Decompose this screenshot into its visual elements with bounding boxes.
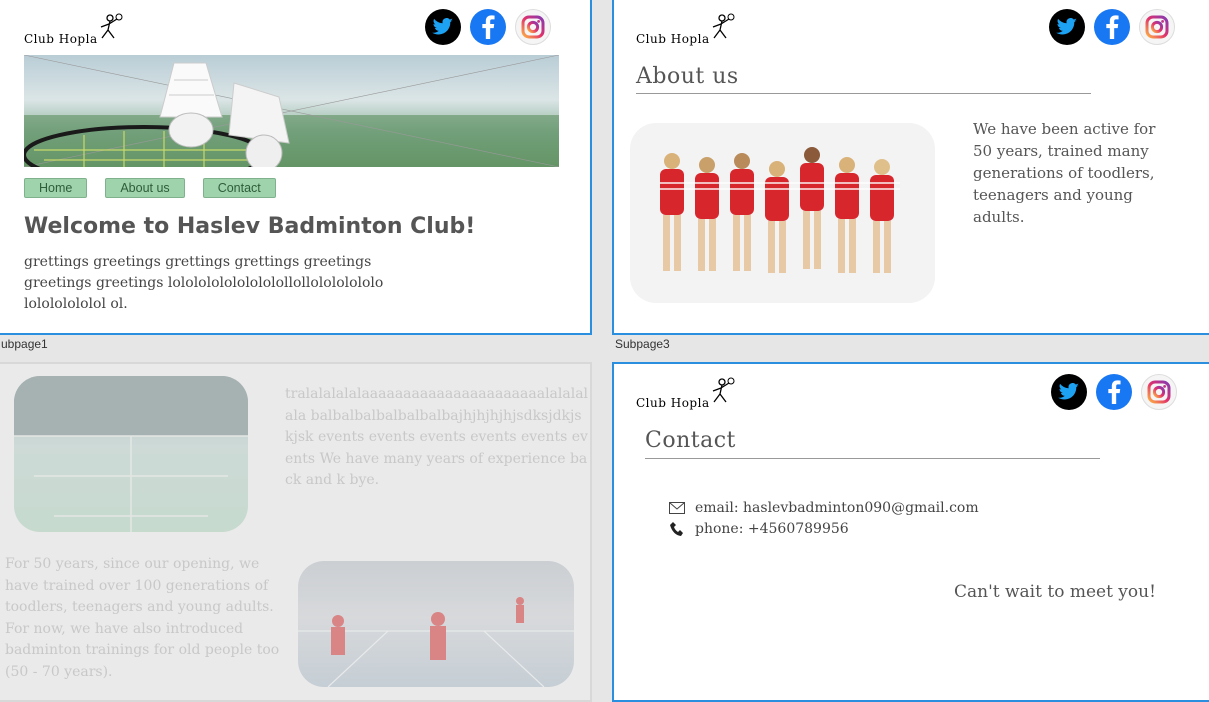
twitter-icon[interactable] <box>1049 9 1085 45</box>
club-logo[interactable]: Club Hopla <box>636 376 736 410</box>
nav-home-button[interactable]: Home <box>24 178 88 198</box>
about-text: We have been active for 50 years, traine… <box>973 120 1156 226</box>
badminton-player-icon <box>712 13 735 39</box>
main-nav: Home About us Contact <box>24 178 276 198</box>
about-title: About us <box>636 64 739 89</box>
history-text: For 50 years, since our opening, we have… <box>5 556 280 680</box>
badminton-player-icon <box>100 13 123 39</box>
phone-text[interactable]: phone: +4560789956 <box>695 521 849 537</box>
logo-text: Club Hopla <box>636 32 710 46</box>
phone-icon <box>670 522 683 536</box>
envelope-icon <box>669 502 685 514</box>
instagram-icon[interactable] <box>1139 9 1175 45</box>
email-row: email: haslevbadminton090@gmail.com <box>669 500 979 516</box>
facebook-icon[interactable] <box>470 9 506 45</box>
facebook-icon[interactable] <box>1094 9 1130 45</box>
instagram-icon[interactable] <box>1141 374 1177 410</box>
social-links <box>425 9 551 45</box>
contact-title: Contact <box>645 428 736 453</box>
facebook-icon[interactable] <box>1096 374 1132 410</box>
logo-text: Club Hopla <box>24 32 98 46</box>
welcome-heading: Welcome to Haslev Badminton Club! <box>24 214 476 239</box>
phone-row: phone: +4560789956 <box>669 521 849 537</box>
twitter-icon[interactable] <box>425 9 461 45</box>
meet-text: Can't wait to meet you! <box>954 582 1156 602</box>
club-logo[interactable]: Club Hopla <box>24 12 124 46</box>
subpage1-frame: Club Hopla Home About us Contact Welcome… <box>0 0 592 335</box>
events-text: tralalalalalaaaaaaaaaaaaaaaaaaaaaalalala… <box>285 386 589 488</box>
greeting-text: grettings greetings grettings grettings … <box>24 254 384 312</box>
club-logo[interactable]: Club Hopla <box>636 12 736 46</box>
email-text[interactable]: email: haslevbadminton090@gmail.com <box>695 500 979 516</box>
instagram-icon[interactable] <box>515 9 551 45</box>
social-links <box>1051 374 1177 410</box>
subpage3-frame: Club Hopla About us We have been active … <box>612 0 1209 335</box>
logo-text: Club Hopla <box>636 396 710 410</box>
subpage3-label: Subpage3 <box>615 337 670 351</box>
nav-contact-button[interactable]: Contact <box>202 178 276 198</box>
twitter-icon[interactable] <box>1051 374 1087 410</box>
nav-about-button[interactable]: About us <box>105 178 185 198</box>
badminton-player-icon <box>712 377 735 403</box>
sports-hall-photo <box>14 376 248 532</box>
subpage2-frame: tralalalalalaaaaaaaaaaaaaaaaaaaaaalalala… <box>0 362 592 702</box>
players-photo <box>298 561 574 687</box>
subpage1-label: ubpage1 <box>1 337 48 351</box>
contact-divider <box>645 458 1100 459</box>
social-links <box>1049 9 1175 45</box>
team-photo <box>630 123 935 303</box>
hero-image <box>24 55 559 167</box>
about-divider <box>636 93 1091 94</box>
subpage4-frame: Club Hopla Contact email: haslevbadminto… <box>612 362 1209 702</box>
